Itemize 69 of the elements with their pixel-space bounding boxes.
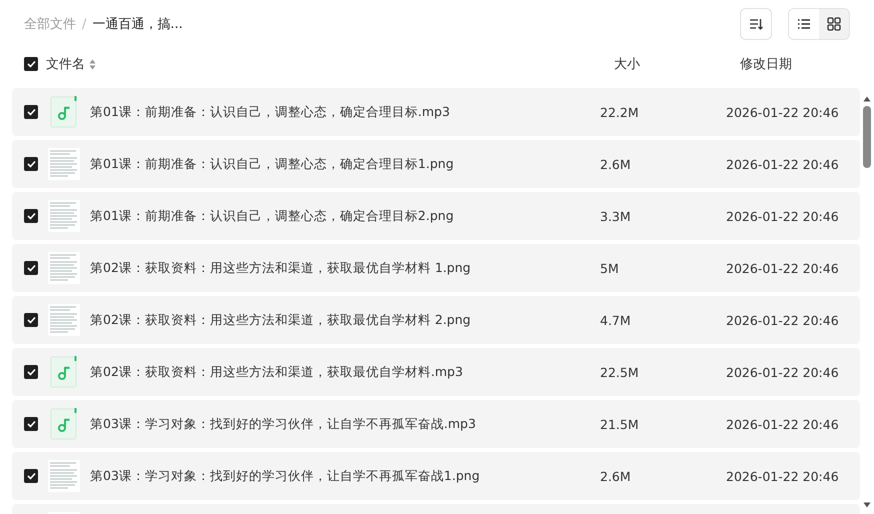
modified-date: 2026-01-22 20:46 xyxy=(726,260,840,276)
file-name: 第02课：获取资料：用这些方法和渠道，获取最优自学材料 1.png xyxy=(90,260,472,276)
file-row[interactable]: 第02课：获取资料：用这些方法和渠道，获取最优自学材料.mp3 22.5M 2026-01-22 20:46 xyxy=(12,348,860,396)
file-size: 2.6M xyxy=(600,468,632,484)
modified-date: 2026-01-22 20:46 xyxy=(726,364,840,380)
file-size: 2.6M xyxy=(600,156,632,172)
file-name: 第02课：获取资料：用这些方法和渠道，获取最优自学材料.mp3 xyxy=(90,364,464,380)
file-row[interactable]: 第02课：获取资料：用这些方法和渠道，获取最优自学材料 2.png 4.7M 2026-01-22 20:46 xyxy=(12,296,860,344)
modified-date: 2026-01-22 20:46 xyxy=(726,416,840,432)
date-column-header[interactable]: 修改日期 xyxy=(740,55,850,73)
file-size: 21.5M xyxy=(600,416,640,432)
check-icon xyxy=(26,108,36,116)
check-icon xyxy=(26,60,36,68)
select-all-checkbox[interactable] xyxy=(24,57,38,71)
file-name: 第01课：前期准备：认识自己，调整心态，确定合理目标.mp3 xyxy=(90,104,451,120)
sort-arrows-icon[interactable] xyxy=(89,58,96,70)
check-icon xyxy=(26,420,36,428)
check-icon xyxy=(26,160,36,168)
breadcrumb-separator: / xyxy=(82,16,86,32)
file-row[interactable]: 第03课：学习对象：找到好的学习伙伴，让自学不再孤军奋战1.png 2.6M 2026-01-22 20:46 xyxy=(12,452,860,500)
image-thumbnail xyxy=(48,460,80,492)
row-checkbox[interactable] xyxy=(24,261,38,275)
check-icon xyxy=(26,212,36,220)
file-size: 5M xyxy=(600,260,620,276)
file-name: 第02课：获取资料：用这些方法和渠道，获取最优自学材料 2.png xyxy=(90,312,472,328)
check-icon xyxy=(26,316,36,324)
file-size: 4.7M xyxy=(600,312,632,328)
file-row[interactable]: 第01课：前期准备：认识自己，调整心态，确定合理目标1.png 2.6M 2026-01-22 20:46 xyxy=(12,140,860,188)
size-column-header[interactable]: 大小 xyxy=(614,55,740,73)
sort-icon xyxy=(749,17,763,31)
file-row[interactable]: 第03课：学习对象：找到好的学习伙伴，让自学不再孤军奋战.mp3 21.5M 2026-01-22 20:46 xyxy=(12,400,860,448)
row-checkbox[interactable] xyxy=(24,105,38,119)
list-icon xyxy=(797,18,811,30)
modified-date: 2026-01-22 20:46 xyxy=(726,312,840,328)
name-column-header[interactable]: 文件名 xyxy=(46,55,85,73)
image-thumbnail xyxy=(48,200,80,232)
row-checkbox[interactable] xyxy=(24,209,38,223)
image-thumbnail xyxy=(48,148,80,180)
modified-date: 2026-01-22 20:46 xyxy=(726,104,840,120)
file-name: 第03课：学习对象：找到好的学习伙伴，让自学不再孤军奋战.mp3 xyxy=(90,416,477,432)
file-row[interactable]: 第02课：获取资料：用这些方法和渠道，获取最优自学材料 1.png 5M 2026-01-22 20:46 xyxy=(12,244,860,292)
row-checkbox[interactable] xyxy=(24,469,38,483)
image-thumbnail xyxy=(48,304,80,336)
scroll-down-arrow-icon[interactable] xyxy=(863,502,871,508)
file-size: 22.5M xyxy=(600,364,640,380)
file-row[interactable]: 第01课：前期准备：认识自己，调整心态，确定合理目标2.png 3.3M 2026-01-22 20:46 xyxy=(12,192,860,240)
file-row[interactable]: 第01课：前期准备：认识自己，调整心态，确定合理目标.mp3 22.2M 2026-01-22 20:46 xyxy=(12,88,860,136)
check-icon xyxy=(26,472,36,480)
image-thumbnail xyxy=(48,252,80,284)
scroll-up-arrow-icon[interactable] xyxy=(863,96,871,102)
check-icon xyxy=(26,368,36,376)
file-name: 第01课：前期准备：认识自己，调整心态，确定合理目标2.png xyxy=(90,208,455,224)
grid-view-button[interactable] xyxy=(819,9,849,39)
row-checkbox[interactable] xyxy=(24,417,38,431)
breadcrumb-item: 一通百通，搞... xyxy=(92,16,183,33)
file-size: 3.3M xyxy=(600,208,632,224)
modified-date: 2026-01-22 20:46 xyxy=(726,468,840,484)
check-icon xyxy=(26,264,36,272)
file-name: 第03课：学习对象：找到好的学习伙伴，让自学不再孤军奋战1.png xyxy=(90,468,481,484)
scrollbar-thumb[interactable] xyxy=(863,106,871,168)
row-checkbox[interactable] xyxy=(24,157,38,171)
row-checkbox[interactable] xyxy=(24,313,38,327)
sort-button[interactable] xyxy=(740,8,772,40)
file-name: 第01课：前期准备：认识自己，调整心态，确定合理目标1.png xyxy=(90,156,455,172)
modified-date: 2026-01-22 20:46 xyxy=(726,156,840,172)
file-size: 22.2M xyxy=(600,104,640,120)
grid-icon xyxy=(827,17,841,31)
modified-date: 2026-01-22 20:46 xyxy=(726,208,840,224)
row-checkbox[interactable] xyxy=(24,365,38,379)
